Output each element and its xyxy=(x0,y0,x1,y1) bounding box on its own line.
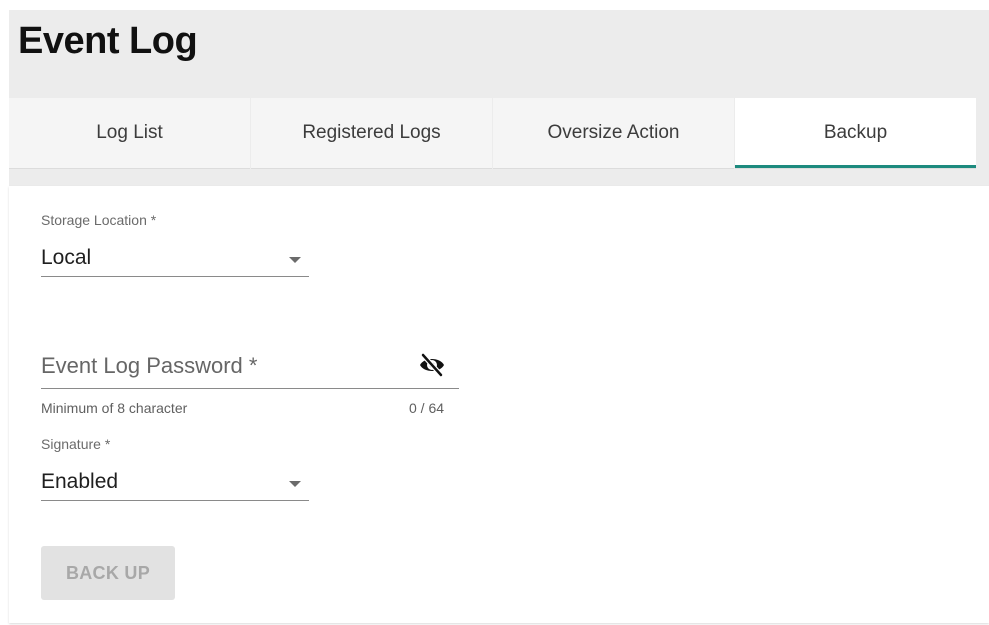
signature-value: Enabled xyxy=(41,470,119,493)
tab-backup[interactable]: Backup xyxy=(735,98,976,169)
dropdown-arrow-icon xyxy=(289,257,301,263)
back-up-button[interactable]: BACK UP xyxy=(41,546,175,600)
dropdown-arrow-icon xyxy=(289,481,301,487)
tab-log-list[interactable]: Log List xyxy=(9,98,250,169)
backup-form-card: Storage Location * Local Event Log Passw… xyxy=(9,186,989,623)
eye-off-icon[interactable] xyxy=(419,352,445,378)
tab-registered-logs[interactable]: Registered Logs xyxy=(251,98,492,169)
event-log-password-placeholder: Event Log Password * xyxy=(41,353,258,378)
event-log-password-field[interactable]: Event Log Password * xyxy=(41,346,459,389)
password-char-counter: 0 / 64 xyxy=(409,400,445,416)
storage-location-value: Local xyxy=(41,246,92,269)
storage-location-label: Storage Location * xyxy=(41,212,157,228)
page-container: Event Log Log List Registered Logs Overs… xyxy=(9,10,989,623)
storage-location-select[interactable]: Local xyxy=(41,242,309,277)
signature-select[interactable]: Enabled xyxy=(41,466,309,501)
tab-oversize-action[interactable]: Oversize Action xyxy=(493,98,734,169)
page-title: Event Log xyxy=(18,20,198,62)
password-hint: Minimum of 8 character xyxy=(41,400,188,416)
tab-bar: Log List Registered Logs Oversize Action… xyxy=(9,98,989,179)
signature-label: Signature * xyxy=(41,436,111,452)
